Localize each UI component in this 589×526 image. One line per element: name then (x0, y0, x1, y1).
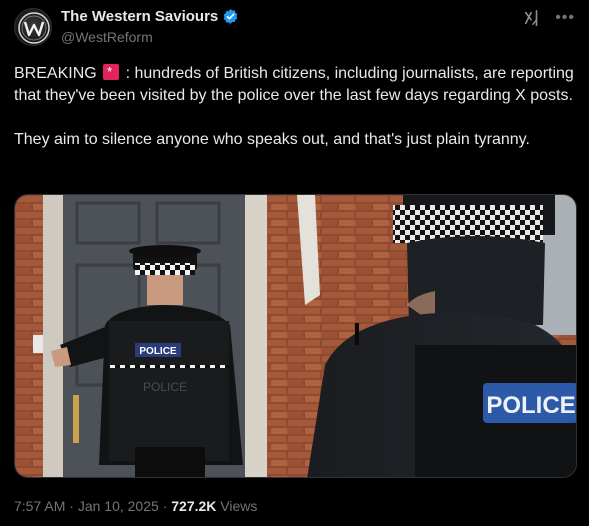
tweet-photo[interactable]: POLICE POLICE POLICE (14, 194, 577, 478)
avatar[interactable] (14, 8, 52, 46)
breaking-label: BREAKING (14, 65, 97, 82)
tweet-meta: 7:57 AM · Jan 10, 2025 · 727.2K Views (14, 498, 257, 514)
w-logo-icon (18, 12, 50, 44)
views-count[interactable]: 727.2K (171, 498, 216, 514)
rotating-light-icon (103, 64, 120, 80)
tweet: The Western Saviours @WestReform ••• BRE… (0, 0, 589, 526)
more-options-icon[interactable]: ••• (555, 10, 575, 26)
views-label: Views (220, 498, 258, 514)
tweet-text: BREAKING : hundreds of British citizens,… (14, 63, 584, 151)
grok-icon[interactable] (523, 9, 541, 27)
verified-badge-icon (223, 9, 238, 24)
vest-label-right: POLICE (486, 392, 575, 419)
police-photo-image: POLICE POLICE POLICE (15, 195, 576, 477)
tweet-date[interactable]: Jan 10, 2025 (78, 498, 159, 514)
author-handle[interactable]: @WestReform (61, 29, 153, 45)
top-actions: ••• (523, 9, 575, 27)
author-display-name[interactable]: The Western Saviours (61, 8, 218, 25)
vest-label-left: POLICE (139, 346, 177, 357)
tweet-paragraph-2: They aim to silence anyone who speaks ou… (14, 131, 530, 148)
vest-back-text: POLICE (143, 380, 187, 394)
meta-separator-2: · (162, 498, 168, 514)
author-row: The Western Saviours (61, 8, 239, 25)
meta-separator: · (69, 498, 74, 514)
tweet-line1-rest: : hundreds of British citizens, includin… (14, 65, 574, 104)
tweet-time[interactable]: 7:57 AM (14, 498, 65, 514)
tweet-paragraph-1: BREAKING : hundreds of British citizens,… (14, 63, 584, 107)
